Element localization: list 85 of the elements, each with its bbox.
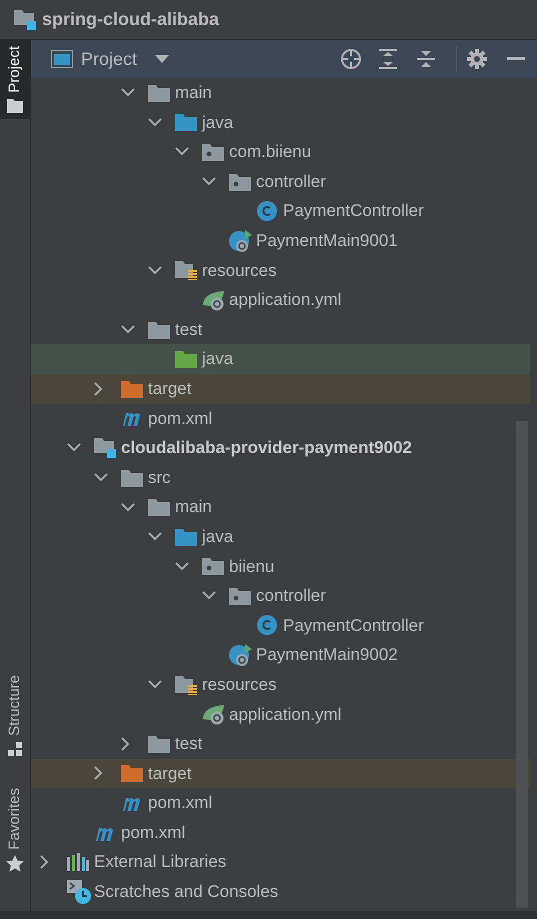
tree-item[interactable]: controller xyxy=(256,583,326,609)
chevron-right-icon[interactable] xyxy=(94,766,103,780)
tree-item[interactable]: java xyxy=(202,110,234,136)
tree-item[interactable]: pom.xml xyxy=(148,790,212,816)
caret-icon xyxy=(155,55,170,63)
view-selector[interactable]: Project xyxy=(81,46,170,72)
tool-window-tab[interactable]: Structure xyxy=(0,668,30,762)
package-folder-icon xyxy=(229,586,251,605)
chevron-down-icon[interactable] xyxy=(148,266,162,275)
chevron-down-icon[interactable] xyxy=(148,680,162,690)
chevron-down-icon[interactable] xyxy=(202,591,216,600)
tree-item[interactable]: main xyxy=(175,80,212,106)
chevron-down-icon[interactable] xyxy=(121,502,135,512)
chevron-down-icon[interactable] xyxy=(121,88,135,98)
resources-folder-icon xyxy=(175,674,197,695)
libraries-icon xyxy=(67,853,89,872)
tree-item[interactable]: com.biienu xyxy=(229,139,312,165)
tree-item[interactable]: controller xyxy=(256,168,326,194)
star-icon xyxy=(6,855,24,872)
tree-item[interactable]: resources xyxy=(202,258,277,284)
project-name: spring-cloud-alibaba xyxy=(42,8,220,31)
folder-icon xyxy=(121,468,143,487)
tree-item[interactable]: main xyxy=(175,494,212,520)
chevron-down-icon[interactable] xyxy=(175,147,189,156)
chevron-down-icon[interactable] xyxy=(175,562,189,571)
tool-window-tab[interactable]: Favorites xyxy=(0,782,30,878)
tree-item[interactable]: target xyxy=(148,376,192,402)
folder-icon xyxy=(175,350,197,368)
chevron-right-icon[interactable] xyxy=(94,382,103,396)
tree-item[interactable]: src xyxy=(148,464,171,490)
chevron-right-icon[interactable] xyxy=(121,736,130,751)
tree-item[interactable]: PaymentController xyxy=(283,612,424,638)
folder-icon xyxy=(148,84,170,102)
tree-item[interactable]: PaymentMain9002 xyxy=(256,642,398,668)
minimize-icon[interactable] xyxy=(507,57,525,61)
spring-class-icon xyxy=(229,228,253,253)
module-folder-icon xyxy=(94,438,117,458)
chevron-down-icon[interactable] xyxy=(94,473,108,482)
tree-item[interactable]: PaymentMain9001 xyxy=(256,228,398,254)
chevron-down-icon[interactable] xyxy=(148,532,162,542)
scrollbar[interactable] xyxy=(516,421,528,908)
package-folder-icon xyxy=(202,142,224,161)
tree-item[interactable]: application.yml xyxy=(229,287,342,313)
tree-item[interactable]: pom.xml xyxy=(121,820,186,846)
folder-icon xyxy=(148,320,170,339)
spring-class-icon xyxy=(229,643,253,668)
tree-item[interactable]: pom.xml xyxy=(148,406,212,432)
module-folder-icon xyxy=(14,10,37,30)
chevron-down-icon[interactable] xyxy=(121,325,135,334)
chevron-down-icon[interactable] xyxy=(67,443,81,452)
folder-icon xyxy=(121,764,143,782)
tool-window-tab[interactable]: Project xyxy=(0,40,30,119)
tree-item[interactable]: cloudalibaba-provider-payment9002 xyxy=(121,435,412,461)
folder-icon xyxy=(175,113,197,132)
tree-item[interactable]: java xyxy=(202,346,234,372)
folder-icon xyxy=(148,498,170,516)
tree-item[interactable]: resources xyxy=(202,672,277,698)
chevron-down-icon[interactable] xyxy=(202,177,216,186)
tree-item[interactable]: External Libraries xyxy=(94,849,226,875)
settings-icon[interactable] xyxy=(467,49,487,69)
structure-icon xyxy=(8,742,22,756)
tree-item[interactable]: PaymentController xyxy=(283,198,424,224)
tree-item[interactable]: biienu xyxy=(229,554,274,580)
folder-icon xyxy=(148,734,170,753)
package-folder-icon xyxy=(229,172,251,191)
class-icon xyxy=(256,200,278,222)
tree-item[interactable]: test xyxy=(175,316,202,342)
tree-item[interactable]: test xyxy=(175,731,202,757)
collapse-all-icon[interactable] xyxy=(416,48,436,70)
class-icon xyxy=(256,614,278,636)
scratches-icon xyxy=(67,880,91,904)
folder-icon xyxy=(7,98,23,113)
folder-icon xyxy=(121,380,143,398)
chevron-down-icon[interactable] xyxy=(148,118,162,127)
chevron-right-icon[interactable] xyxy=(40,855,49,870)
folder-icon xyxy=(175,528,197,546)
package-folder-icon xyxy=(202,557,224,576)
tree-item[interactable]: application.yml xyxy=(229,702,342,728)
window-icon xyxy=(51,50,73,68)
tree-item[interactable]: java xyxy=(202,524,234,550)
locate-icon[interactable] xyxy=(340,48,362,70)
expand-all-icon[interactable] xyxy=(378,48,398,70)
tree-item[interactable]: target xyxy=(148,760,192,786)
tree-item[interactable]: Scratches and Consoles xyxy=(94,879,278,905)
resources-folder-icon xyxy=(175,260,197,280)
